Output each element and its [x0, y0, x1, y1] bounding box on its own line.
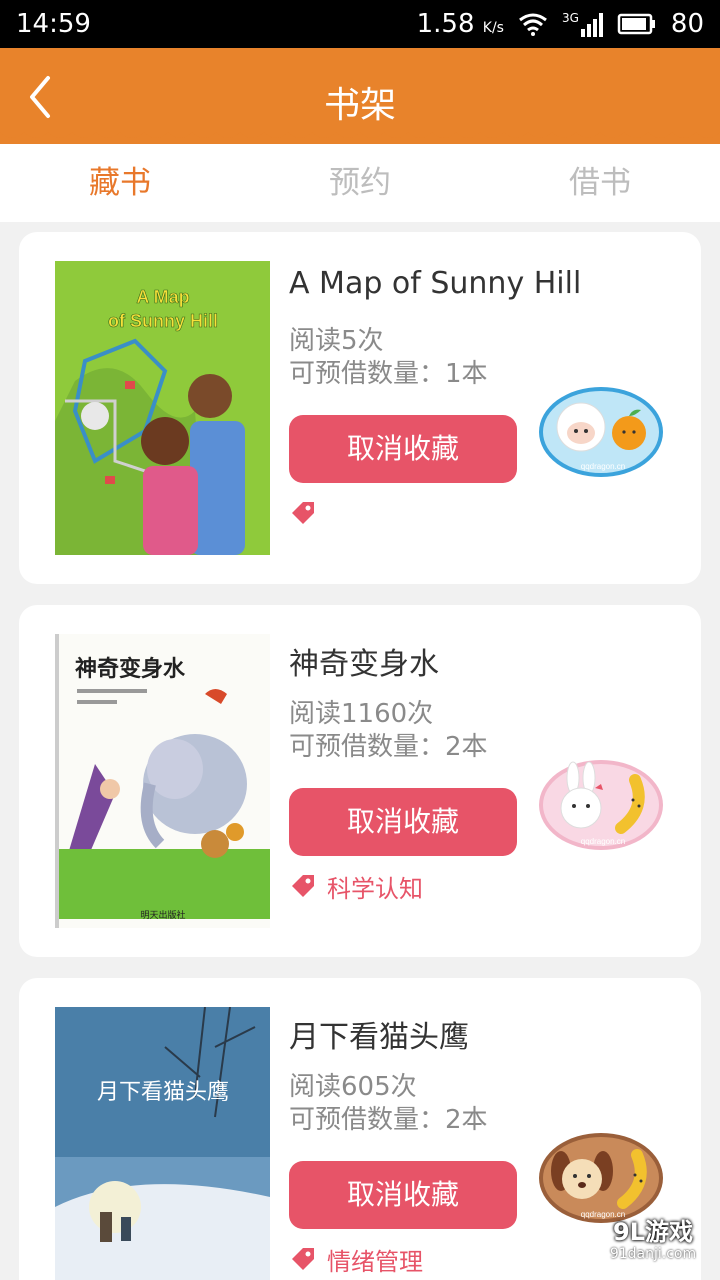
- status-icons: 1.58 K/s 3G 80: [417, 9, 704, 39]
- status-time: 14:59: [16, 9, 91, 39]
- read-count: 阅读5次: [289, 326, 384, 356]
- cover-title-line-1: A Map: [136, 287, 189, 307]
- badge-caption: qqdragon.cn: [581, 837, 625, 846]
- read-count: 阅读1160次: [289, 699, 434, 729]
- book-card[interactable]: 神奇变身水 明天出版社 神奇变身水 阅读1160次 可预借数量：2本 取消收藏 …: [19, 605, 701, 957]
- watermark-main-text: 9L游戏: [613, 1218, 693, 1246]
- network-speed: 1.58 K/s: [416, 9, 504, 39]
- battery-icon: [617, 13, 655, 35]
- cover-title: 神奇变身水: [75, 656, 186, 682]
- sheep-orange-badge: qqdragon.cn: [539, 387, 663, 477]
- tag-icon: [292, 875, 314, 897]
- cancel-favorite-button[interactable]: 取消收藏: [289, 788, 517, 856]
- book-tag[interactable]: 科学认知: [289, 869, 423, 903]
- tag-icon: [292, 502, 314, 524]
- book-tag: [289, 496, 327, 530]
- tab-bar: 藏书 预约 借书: [0, 144, 720, 222]
- page-title: 书架: [323, 85, 396, 126]
- cover-title-line-2: of Sunny Hill: [108, 311, 218, 331]
- book-card[interactable]: A Map of Sunny Hill A Map of Sunny Hill …: [19, 232, 701, 584]
- tag-label: 情绪管理: [327, 1247, 423, 1276]
- site-watermark-logo: 9L游戏 91danji.com: [598, 1206, 708, 1268]
- tab-reservation[interactable]: 预约: [240, 144, 480, 222]
- tag-icon: [292, 1248, 314, 1270]
- book-title[interactable]: 月下看猫头鹰: [289, 1012, 469, 1056]
- tag-label: 科学认知: [327, 874, 423, 903]
- battery-level: 80: [670, 9, 704, 39]
- cover-title: 月下看猫头鹰: [97, 1080, 229, 1105]
- signal-icon: 3G: [562, 11, 603, 37]
- read-count: 阅读605次: [289, 1072, 417, 1102]
- available-count: 可预借数量：2本: [289, 1105, 488, 1135]
- available-count: 可预借数量：2本: [289, 732, 488, 762]
- tab-borrow[interactable]: 借书: [480, 144, 720, 222]
- rabbit-banana-badge: qqdragon.cn: [539, 760, 663, 850]
- book-cover-image[interactable]: A Map of Sunny Hill: [55, 261, 270, 555]
- available-count: 可预借数量：1本: [289, 359, 488, 389]
- badge-caption: qqdragon.cn: [581, 462, 625, 471]
- watermark-sub-text: 91danji.com: [609, 1246, 697, 1262]
- status-bar: 14:59 1.58 K/s 3G 80: [0, 0, 720, 48]
- book-title[interactable]: 神奇变身水: [289, 639, 439, 683]
- book-tag[interactable]: 情绪管理: [289, 1242, 423, 1276]
- cancel-favorite-button[interactable]: 取消收藏: [289, 415, 517, 483]
- cancel-favorite-button[interactable]: 取消收藏: [289, 1161, 517, 1229]
- wifi-icon: [519, 13, 547, 36]
- book-cover-image[interactable]: 月下看猫头鹰: [55, 1007, 270, 1280]
- tab-collection[interactable]: 藏书: [0, 144, 240, 222]
- cover-publisher: 明天出版社: [140, 909, 185, 921]
- book-title[interactable]: A Map of Sunny Hill: [289, 266, 581, 301]
- book-cover-image[interactable]: 神奇变身水 明天出版社: [55, 634, 270, 928]
